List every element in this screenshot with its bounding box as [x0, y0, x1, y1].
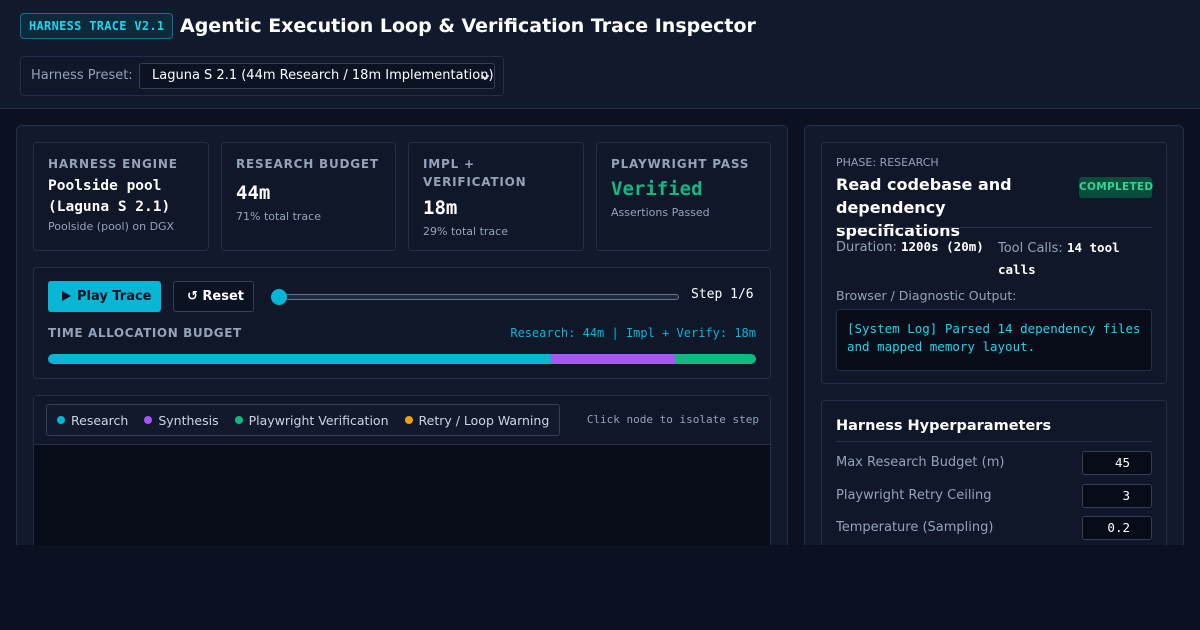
step-slider-track[interactable]	[271, 294, 679, 300]
budget-segment-research	[48, 354, 551, 364]
legend-item[interactable]: Synthesis	[144, 412, 219, 428]
stat-card-playwright: PLAYWRIGHT PASS Verified Assertions Pass…	[596, 142, 771, 251]
play-trace-button[interactable]: Play Trace	[48, 281, 161, 312]
stat-label: PLAYWRIGHT PASS	[611, 157, 750, 171]
tool-calls-label: Tool Calls:	[998, 241, 1063, 256]
stat-card-impl: IMPL + VERIFICATION 18m 29% total trace	[408, 142, 584, 251]
stat-label-line: VERIFICATION	[423, 175, 527, 189]
graph-legend: Research Synthesis Playwright Verification…	[46, 404, 561, 436]
diagnostic-output: [System Log] Parsed 14 dependency files …	[836, 309, 1152, 371]
preset-select[interactable]: Laguna S 2.1 (44m Research / 18m Impleme…	[139, 63, 495, 89]
temperature-input[interactable]: 0.2	[1082, 516, 1152, 540]
legend-label: Synthesis	[158, 412, 219, 428]
phase-card: PHASE: RESEARCH Read codebase and depend…	[821, 142, 1167, 384]
stat-sub: 71% total trace	[236, 210, 321, 223]
stat-card-research: RESEARCH BUDGET 44m 71% total trace	[221, 142, 396, 251]
top-header: HARNESS TRACE V2.1 Agentic Execution Loo…	[0, 0, 1200, 109]
legend-item[interactable]: Retry / Loop Warning	[404, 412, 550, 428]
divider	[836, 441, 1152, 442]
stat-value: Verified	[611, 178, 703, 200]
budget-segment-playwright-verification	[674, 354, 756, 364]
phase-label: PHASE: RESEARCH	[836, 156, 939, 169]
preset-select-value: Laguna S 2.1 (44m Research / 18m Impleme…	[152, 68, 494, 83]
legend-label: Retry / Loop Warning	[418, 412, 550, 428]
phase-title: Read codebase and dependency specificati…	[836, 175, 1012, 240]
stat-value-line: (Laguna S 2.1)	[48, 199, 171, 215]
legend-dot-icon	[404, 416, 413, 424]
hyperparameter-row: Max Research Budget (m) 45	[836, 451, 1152, 475]
stat-value: 44m	[236, 182, 271, 204]
step-slider-thumb[interactable]	[271, 289, 287, 305]
legend-item[interactable]: Research	[57, 413, 128, 428]
max-research-budget-input[interactable]: 45	[1082, 451, 1152, 475]
status-badge: COMPLETED	[1079, 177, 1153, 198]
trace-panel: HARNESS ENGINE Poolside pool (Laguna S 2…	[16, 125, 788, 545]
stat-value-line: Poolside pool	[48, 178, 162, 194]
legend-item[interactable]: Playwright Verification	[234, 412, 389, 428]
legend-dot-icon	[144, 416, 153, 424]
stat-label: IMPL + VERIFICATION	[423, 155, 569, 191]
version-badge: HARNESS TRACE V2.1	[20, 13, 174, 39]
stat-sub: 29% total trace	[423, 225, 508, 238]
hyperparameter-row: Temperature (Sampling) 0.2	[836, 516, 1152, 540]
budget-bar	[48, 354, 756, 364]
graph-hint: Click node to isolate step	[586, 413, 759, 426]
legend-label: Playwright Verification	[248, 412, 389, 428]
hyperparameter-label: Temperature (Sampling)	[836, 520, 994, 535]
legend-dot-icon	[57, 416, 65, 424]
trace-graph: Research Synthesis Playwright Verification…	[33, 395, 771, 545]
duration-value: 1200s (20m)	[900, 239, 984, 254]
duration-meta: Duration: 1200s (20m)	[836, 237, 984, 258]
stat-value: 18m	[423, 197, 458, 219]
hyperparameters-card: Harness Hyperparameters Max Research Bud…	[821, 400, 1167, 545]
reset-button[interactable]: ↺ Reset	[173, 281, 254, 312]
budget-label: TIME ALLOCATION BUDGET	[48, 326, 242, 340]
play-trace-label: Play Trace	[77, 289, 152, 304]
retry-ceiling-input[interactable]: 3	[1082, 484, 1152, 508]
step-readout: Step 1/6	[691, 287, 754, 302]
stat-sub: Poolside (pool) on DGX	[48, 220, 175, 233]
hyperparameter-row: Playwright Retry Ceiling 3	[836, 484, 1152, 508]
stat-sub: Assertions Passed	[611, 206, 710, 219]
inspector-panel: PHASE: RESEARCH Read codebase and depend…	[804, 125, 1184, 545]
hyperparameter-label: Max Research Budget (m)	[836, 455, 1005, 470]
preset-group: Harness Preset: Laguna S 2.1 (44m Resear…	[20, 56, 504, 96]
stat-value: Poolside pool (Laguna S 2.1)	[48, 176, 194, 218]
stat-card-engine: HARNESS ENGINE Poolside pool (Laguna S 2…	[33, 142, 209, 251]
preset-label: Harness Preset:	[31, 68, 133, 83]
graph-header: Research Synthesis Playwright Verification…	[34, 396, 770, 445]
play-icon	[62, 291, 71, 301]
legend-dot-icon	[234, 416, 243, 424]
hyperparameters-title: Harness Hyperparameters	[836, 418, 1052, 434]
budget-segment-synthesis	[550, 354, 675, 364]
page-title: Agentic Execution Loop & Verification Tr…	[180, 15, 756, 37]
stat-label-line: IMPL +	[423, 157, 475, 171]
stat-label: RESEARCH BUDGET	[236, 157, 379, 171]
output-label: Browser / Diagnostic Output:	[836, 288, 1017, 303]
tool-calls-meta: Tool Calls: 14 tool calls	[998, 237, 1148, 281]
stat-label: HARNESS ENGINE	[48, 157, 178, 171]
hyperparameter-label: Playwright Retry Ceiling	[836, 488, 992, 503]
legend-label: Research	[71, 412, 129, 428]
budget-summary: Research: 44m | Impl + Verify: 18m	[510, 326, 756, 340]
divider	[836, 227, 1152, 228]
duration-label: Duration:	[836, 240, 897, 255]
playback-controls: Play Trace ↺ Reset Step 1/6 TIME ALLOCAT…	[33, 267, 771, 379]
